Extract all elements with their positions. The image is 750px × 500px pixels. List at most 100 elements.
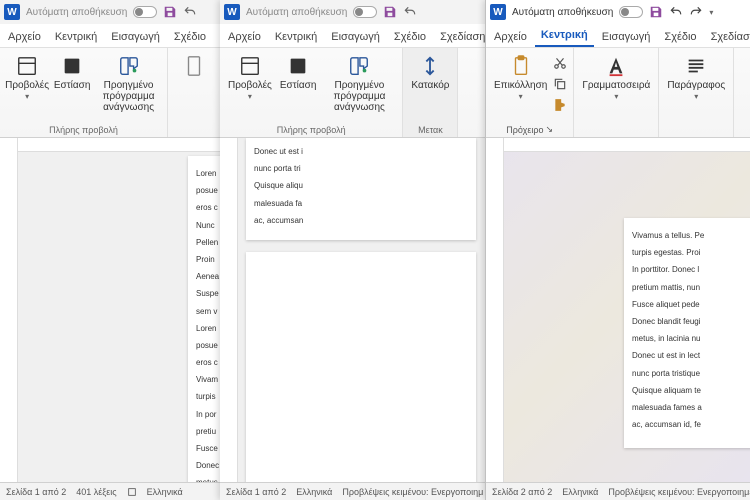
autosave-toggle[interactable] — [133, 6, 157, 18]
autosave-toggle[interactable] — [619, 6, 643, 18]
vertical-ruler — [486, 138, 504, 482]
group-full-view: Προβολές▾ Εστίαση Προηγμένο πρόγραμμα αν… — [0, 48, 168, 137]
focus-button[interactable]: Εστίαση — [52, 52, 92, 93]
group-label: Πλήρης προβολή — [277, 125, 346, 135]
group-label: Μετακ — [418, 125, 443, 135]
statusbar: Σελίδα 1 από 2 Ελληνικά Προβλέψεις κειμέ… — [220, 482, 485, 500]
sb-lang[interactable]: Ελληνικά — [562, 487, 598, 497]
tab-home[interactable]: Κεντρική — [49, 27, 103, 47]
horizontal-ruler — [18, 138, 220, 152]
sb-predictions[interactable]: Προβλέψεις κειμένου: Ενεργοποιημένες — [608, 487, 750, 497]
tab-draw[interactable]: Σχέδιο — [658, 27, 702, 47]
titlebar: W Αυτόματη αποθήκευση — [220, 0, 485, 24]
format-painter-icon[interactable] — [553, 98, 567, 115]
word-window-3: W Αυτόματη αποθήκευση ▾ Αρχείο Κεντρική … — [485, 0, 750, 500]
word-logo-icon: W — [224, 4, 240, 20]
undo-icon[interactable] — [669, 5, 683, 19]
sb-page[interactable]: Σελίδα 1 από 2 — [6, 487, 66, 497]
group-styles: Στυλ Στυλ — [734, 48, 750, 137]
autosave-toggle[interactable] — [353, 6, 377, 18]
ribbon-view: Προβολές▾ Εστίαση Προηγμένο πρόγραμμα αν… — [220, 48, 485, 138]
partial-button[interactable] — [174, 52, 214, 80]
document-area[interactable]: Lorenposueeros c Nunc PellenProin Aenea … — [0, 138, 220, 482]
dialog-launcher-icon[interactable]: ↘ — [546, 124, 554, 135]
page-blank[interactable] — [246, 252, 476, 482]
vertical-ruler — [220, 138, 238, 482]
autosave-label: Αυτόματη αποθήκευση — [246, 7, 347, 18]
sb-lang[interactable]: Ελληνικά — [147, 487, 183, 497]
group-label: Πλήρης προβολή — [49, 125, 118, 135]
tab-draw[interactable]: Σχέδιο — [168, 27, 212, 47]
vertical-icon — [418, 54, 442, 78]
tab-home[interactable]: Κεντρική — [535, 25, 594, 47]
group-move: Κατακόρ Μετακ — [403, 48, 458, 137]
save-icon[interactable] — [383, 5, 397, 19]
paste-button[interactable]: Επικόλληση▾ — [492, 52, 549, 104]
tab-draw[interactable]: Σχέδιο — [388, 27, 432, 47]
views-button[interactable]: Προβολές▾ — [226, 52, 274, 104]
save-icon[interactable] — [649, 5, 663, 19]
horizontal-ruler — [504, 138, 750, 152]
group-full-view: Προβολές▾ Εστίαση Προηγμένο πρόγραμμα αν… — [220, 48, 403, 137]
reader-button[interactable]: Προηγμένο πρόγραμμα ανάγνωσης — [96, 52, 161, 115]
tab-insert[interactable]: Εισαγωγή — [325, 27, 386, 47]
tab-home[interactable]: Κεντρική — [269, 27, 323, 47]
focus-icon — [286, 54, 310, 78]
tab-insert[interactable]: Εισαγωγή — [105, 27, 166, 47]
word-logo-icon: W — [490, 4, 506, 20]
spellcheck-icon[interactable] — [127, 487, 137, 497]
group-paragraph: Παράγραφος▾ — [659, 48, 734, 137]
tab-file[interactable]: Αρχείο — [488, 27, 533, 47]
sb-lang[interactable]: Ελληνικά — [296, 487, 332, 497]
ribbon-tabs: Αρχείο Κεντρική Εισαγωγή Σχέδιο Σχεδίαση… — [220, 24, 485, 48]
ribbon-home: Επικόλληση▾ Πρόχειρο ↘ Γραμματοσειρά▾ Πα… — [486, 48, 750, 138]
chevron-down-icon: ▾ — [25, 93, 29, 102]
font-icon — [604, 54, 628, 78]
reader-icon — [117, 54, 141, 78]
ribbon-tabs: Αρχείο Κεντρική Εισαγωγή Σχέδιο Σχεδίαση — [0, 24, 220, 48]
document-area[interactable]: Vivamus a tellus. Peturpis egestas. Proi… — [486, 138, 750, 482]
sb-page[interactable]: Σελίδα 2 από 2 — [492, 487, 552, 497]
document-area[interactable]: Donec ut est inunc porta tri Quisque ali… — [220, 138, 485, 482]
word-window-2: W Αυτόματη αποθήκευση Αρχείο Κεντρική Ει… — [220, 0, 485, 500]
cut-icon[interactable] — [553, 56, 567, 73]
group-font: Γραμματοσειρά▾ — [574, 48, 659, 137]
save-icon[interactable] — [163, 5, 177, 19]
tab-design[interactable]: Σχεδίαση — [434, 27, 491, 47]
group-cut — [168, 48, 220, 137]
ribbon-tabs: Αρχείο Κεντρική Εισαγωγή Σχέδιο Σχεδίαση… — [486, 24, 750, 48]
tab-insert[interactable]: Εισαγωγή — [596, 27, 657, 47]
redo-icon[interactable] — [689, 5, 703, 19]
focus-button[interactable]: Εστίαση — [278, 52, 319, 93]
undo-icon[interactable] — [183, 5, 197, 19]
page-2[interactable]: Vivamus a tellus. Peturpis egestas. Proi… — [624, 218, 750, 448]
vertical-button[interactable]: Κατακόρ — [409, 52, 451, 93]
word-window-1: W Αυτόματη αποθήκευση Αρχείο Κεντρική Ει… — [0, 0, 220, 500]
ribbon-view: Προβολές▾ Εστίαση Προηγμένο πρόγραμμα αν… — [0, 48, 220, 138]
page-top[interactable]: Donec ut est inunc porta tri Quisque ali… — [246, 138, 476, 240]
page-1[interactable]: Lorenposueeros c Nunc PellenProin Aenea … — [188, 156, 220, 482]
styles-button[interactable]: Στυλ — [740, 52, 750, 93]
statusbar: Σελίδα 1 από 2 401 λέξεις Ελληνικά — [0, 482, 220, 500]
word-logo-icon: W — [4, 4, 20, 20]
autosave-label: Αυτόματη αποθήκευση — [26, 7, 127, 18]
paste-icon — [509, 54, 533, 78]
undo-icon[interactable] — [403, 5, 417, 19]
sb-page[interactable]: Σελίδα 1 από 2 — [226, 487, 286, 497]
sb-predictions[interactable]: Προβλέψεις κειμένου: Ενεργοποιημ — [342, 487, 483, 497]
statusbar: Σελίδα 2 από 2 Ελληνικά Προβλέψεις κειμέ… — [486, 482, 750, 500]
group-clipboard: Επικόλληση▾ Πρόχειρο ↘ — [486, 48, 574, 137]
qat-dropdown-icon[interactable]: ▾ — [709, 8, 713, 17]
paragraph-button[interactable]: Παράγραφος▾ — [665, 52, 727, 104]
tab-design[interactable]: Σχεδίαση — [705, 27, 750, 47]
tab-file[interactable]: Αρχείο — [2, 27, 47, 47]
paragraph-icon — [684, 54, 708, 78]
reader-button[interactable]: Προηγμένο πρόγραμμα ανάγνωσης — [322, 52, 396, 115]
tab-file[interactable]: Αρχείο — [222, 27, 267, 47]
copy-icon[interactable] — [553, 77, 567, 94]
sb-words[interactable]: 401 λέξεις — [76, 487, 116, 497]
views-icon — [238, 54, 262, 78]
views-button[interactable]: Προβολές▾ — [6, 52, 48, 104]
titlebar: W Αυτόματη αποθήκευση ▾ — [486, 0, 750, 24]
font-button[interactable]: Γραμματοσειρά▾ — [580, 52, 652, 104]
